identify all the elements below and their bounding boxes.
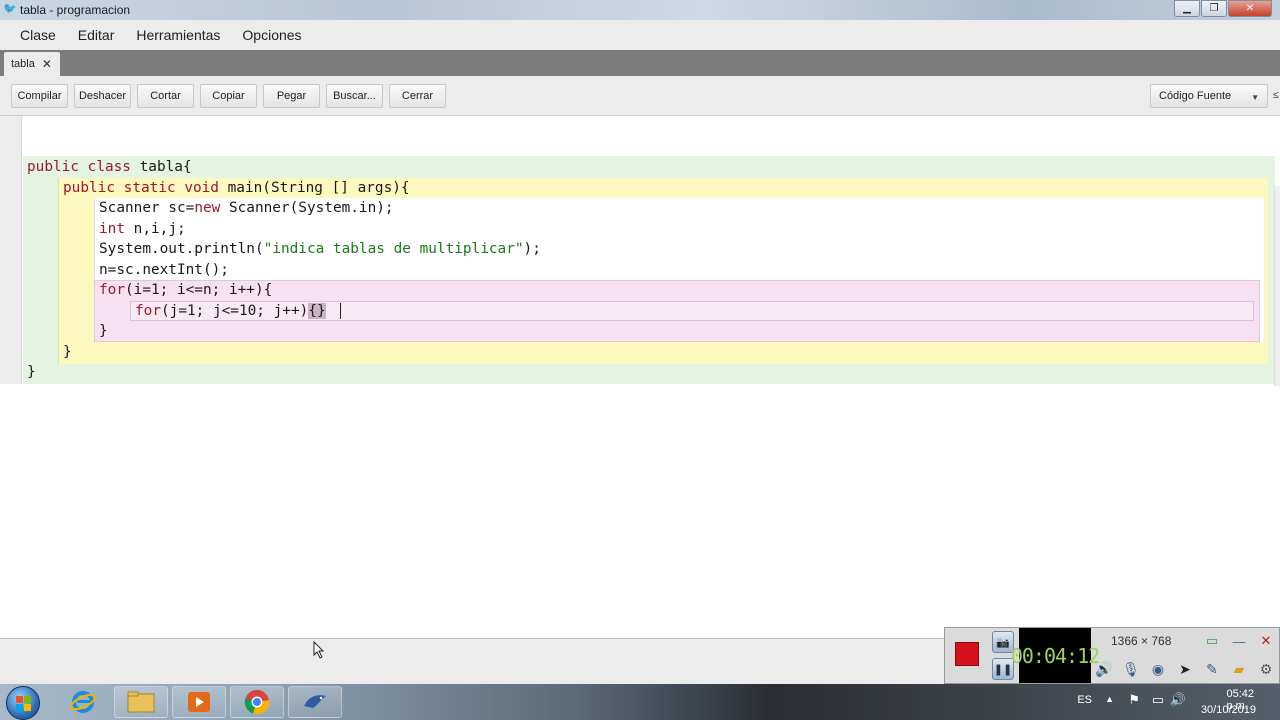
menu-bar: Clase Editar Herramientas Opciones (0, 20, 1280, 50)
find-button[interactable]: Buscar... (326, 84, 383, 108)
record-resolution: 1366 × 768 (1111, 634, 1172, 648)
title-bar: 🐦 tabla - programacion ▁ ❐ ✕ (0, 0, 1280, 20)
overflow-icon[interactable]: ≤ (1273, 90, 1279, 101)
string-literal: "indica tablas de multiplicar" (263, 241, 524, 257)
microphone-icon[interactable]: 🎙 (1120, 658, 1142, 680)
code-line-5: System.out.println("indica tablas de mul… (99, 241, 541, 257)
bluej-app-icon: 🐦 (3, 3, 17, 15)
maximize-button[interactable]: ❐ (1201, 0, 1227, 17)
text-cursor (339, 303, 341, 319)
chrome-icon[interactable] (230, 686, 284, 718)
media-player-icon[interactable] (172, 686, 226, 718)
play-icon (188, 692, 210, 712)
code-line-1: public class tabla{ (27, 159, 192, 175)
stop-record-button[interactable] (955, 642, 979, 666)
menu-opciones[interactable]: Opciones (242, 27, 301, 43)
gear-icon[interactable]: ⚙ (1255, 658, 1277, 680)
matched-brace: {} (308, 303, 326, 319)
kw-for: for (135, 303, 161, 319)
code-line-11: } (27, 364, 36, 380)
code-line-6: n=sc.nextInt(); (99, 262, 229, 278)
folder-icon (127, 691, 155, 713)
code-line-3: Scanner sc=new Scanner(System.in); (99, 200, 394, 216)
kw-for: for (99, 282, 125, 298)
tab-close-icon[interactable]: ✕ (42, 57, 52, 71)
kw-public: public (27, 159, 79, 175)
compile-button[interactable]: Compilar (11, 84, 68, 108)
webcam-icon[interactable]: ◉ (1147, 658, 1169, 680)
view-select[interactable]: Código Fuente ▼ (1150, 84, 1268, 108)
chrome-logo-icon (244, 690, 270, 715)
paste-button[interactable]: Pegar (263, 84, 320, 108)
start-button[interactable] (6, 686, 40, 720)
speaker-icon[interactable]: 🔊 (1093, 658, 1115, 680)
kw-int: int (99, 221, 125, 237)
language-indicator[interactable]: ES (1077, 694, 1092, 706)
menu-clase[interactable]: Clase (20, 27, 56, 43)
copy-button[interactable]: Copiar (200, 84, 257, 108)
tab-tabla[interactable]: tabla ✕ (4, 52, 60, 76)
network-flag-icon[interactable]: ⚑ (1128, 692, 1140, 708)
window-controls: ▁ ❐ ✕ (1173, 0, 1272, 18)
kw-class: class (87, 159, 131, 175)
screen-recorder-widget: 📷 ❚❚ 00:04:12 1366 × 768 ▭ — ✕ 🔊 🎙 ◉ ➤ ✎… (944, 627, 1280, 684)
folder-icon[interactable]: ▰ (1228, 658, 1250, 680)
volume-icon[interactable]: 🔊 (1170, 692, 1186, 708)
kw-new: new (194, 200, 221, 216)
window-title: tabla - programacion (20, 3, 131, 17)
chevron-down-icon: ▼ (1251, 93, 1259, 102)
tab-label: tabla (11, 58, 35, 70)
taskbar: ES ▲ ⚑ ▭ 🔊 05:42 p.m. 30/10/2019 (0, 684, 1280, 720)
code-line-8: for(j=1; j<=10; j++){} (135, 301, 341, 322)
kw-public: public (63, 180, 115, 196)
code-line-7: for(i=1; i<=n; i++){ (99, 282, 273, 298)
view-select-value: Código Fuente (1159, 90, 1232, 102)
bluej-bird-icon (304, 695, 326, 708)
region-icon[interactable]: ▭ (1201, 631, 1223, 651)
code-line-2: public static void main(String [] args){ (63, 180, 410, 196)
pen-icon[interactable]: ✎ (1201, 658, 1223, 680)
cut-button[interactable]: Cortar (137, 84, 194, 108)
kw-void: void (184, 180, 219, 196)
ie-logo-icon (70, 691, 96, 713)
monitor-icon[interactable]: ▭ (1152, 692, 1164, 708)
tab-strip: tabla ✕ (0, 50, 1280, 76)
clock-date[interactable]: 30/10/2019 (1201, 704, 1256, 716)
code-line-4: int n,i,j; (99, 221, 186, 237)
code-line-10: } (63, 344, 72, 360)
close-window-button[interactable]: ✕ (1228, 0, 1272, 17)
record-timer: 00:04:12 (1011, 628, 1100, 683)
show-hidden-icons-icon[interactable]: ▲ (1105, 694, 1114, 704)
editor-scrollbar[interactable] (1274, 186, 1280, 386)
menu-editar[interactable]: Editar (78, 27, 115, 43)
editor-toolbar: Compilar Deshacer Cortar Copiar Pegar Bu… (0, 76, 1280, 116)
file-explorer-icon[interactable] (114, 686, 168, 718)
mouse-pointer-icon (313, 641, 325, 659)
cursor-icon[interactable]: ➤ (1174, 658, 1196, 680)
code-line-9: } (99, 323, 108, 339)
close-recorder-icon[interactable]: ✕ (1255, 631, 1277, 651)
undo-button[interactable]: Deshacer (74, 84, 131, 108)
minimize-button[interactable]: ▁ (1174, 0, 1200, 17)
menu-herramientas[interactable]: Herramientas (136, 27, 220, 43)
minimize-recorder-icon[interactable]: — (1228, 631, 1250, 651)
editor-gutter (0, 116, 22, 384)
windows-logo-icon (16, 696, 31, 711)
code-editor[interactable]: public class tabla{ public static void m… (0, 116, 1280, 386)
internet-explorer-icon[interactable] (56, 686, 110, 718)
bluej-taskbar-icon[interactable] (288, 686, 342, 718)
kw-static: static (123, 180, 176, 196)
close-button[interactable]: Cerrar (389, 84, 446, 108)
